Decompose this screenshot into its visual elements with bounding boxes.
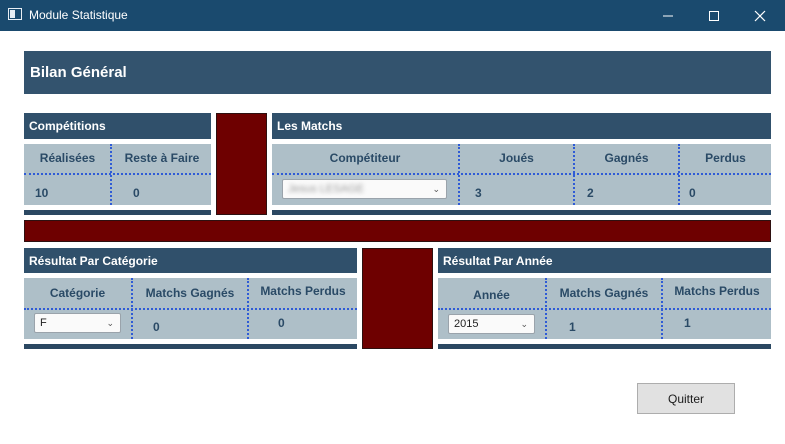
value-categorie-gagnes: 0 <box>153 320 160 334</box>
competiteur-select[interactable]: Jesus LESAGE ⌄ <box>282 179 447 199</box>
column-divider <box>131 278 133 339</box>
col-header-categorie: Catégorie <box>49 285 106 300</box>
row-divider <box>24 173 211 175</box>
chevron-down-icon: ⌄ <box>520 319 528 329</box>
categorie-select[interactable]: F ⌄ <box>34 313 121 333</box>
categorie-selected-value: F <box>40 317 47 329</box>
value-realisees: 10 <box>35 186 49 200</box>
col-header-joues: Joués <box>499 151 534 165</box>
close-button[interactable] <box>737 0 783 31</box>
chevron-down-icon: ⌄ <box>432 184 440 194</box>
competitions-header: Compétitions <box>24 113 211 139</box>
matchs-footer-bar <box>272 210 771 215</box>
categorie-header: Résultat Par Catégorie <box>24 248 357 273</box>
column-divider <box>661 278 663 339</box>
minimize-icon <box>663 15 673 17</box>
column-divider <box>545 278 547 339</box>
annee-title: Résultat Par Année <box>443 253 553 268</box>
col-header-annee-gagnes: Matchs Gagnés <box>559 285 649 300</box>
window-icon <box>8 8 22 20</box>
column-divider <box>458 144 460 205</box>
accent-block-bottom <box>362 248 433 349</box>
window-title: Module Statistique <box>29 8 128 22</box>
annee-selected-value: 2015 <box>454 318 479 330</box>
minimize-button[interactable] <box>645 0 691 31</box>
column-divider <box>110 144 112 205</box>
col-header-categorie-gagnes: Matchs Gagnés <box>145 285 235 300</box>
categorie-footer-bar <box>24 344 357 349</box>
matchs-header: Les Matchs <box>272 113 771 139</box>
competiteur-selected-value: Jesus LESAGE <box>288 183 364 195</box>
value-annee-perdus: 1 <box>684 316 691 330</box>
value-reste: 0 <box>133 186 140 200</box>
accent-band <box>24 220 771 242</box>
matchs-title: Les Matchs <box>277 119 343 133</box>
title-bar: Module Statistique <box>0 0 785 31</box>
value-annee-gagnes: 1 <box>569 320 576 334</box>
accent-block-top <box>216 113 267 215</box>
col-header-annee-perdus: Matchs Perdus <box>674 283 760 298</box>
col-header-annee: Année <box>473 287 510 302</box>
quit-button[interactable]: Quitter <box>637 383 735 414</box>
close-icon <box>754 10 766 22</box>
annee-header: Résultat Par Année <box>438 248 771 273</box>
col-header-gagnes: Gagnés <box>604 151 649 165</box>
annee-footer-bar <box>438 344 771 349</box>
value-perdus: 0 <box>689 186 696 200</box>
value-joues: 3 <box>475 186 482 200</box>
col-header-competiteur: Compétiteur <box>329 151 401 165</box>
row-divider <box>272 173 771 175</box>
row-divider <box>438 308 771 310</box>
page-header: Bilan Général <box>24 51 771 94</box>
chevron-down-icon: ⌄ <box>106 318 114 328</box>
value-gagnes: 2 <box>587 186 594 200</box>
competitions-title: Compétitions <box>29 119 106 133</box>
column-divider <box>573 144 575 205</box>
column-divider <box>678 144 680 205</box>
annee-select[interactable]: 2015 ⌄ <box>448 314 535 334</box>
col-header-perdus: Perdus <box>705 151 746 165</box>
competitions-footer-bar <box>24 210 211 215</box>
maximize-icon <box>709 11 719 21</box>
column-divider <box>247 278 249 339</box>
col-header-realisees: Réalisées <box>39 151 96 165</box>
col-header-categorie-perdus: Matchs Perdus <box>260 283 346 298</box>
col-header-reste: Reste à Faire <box>124 151 200 165</box>
row-divider <box>24 308 357 310</box>
categorie-title: Résultat Par Catégorie <box>29 253 158 268</box>
value-categorie-perdus: 0 <box>278 316 285 330</box>
page-title: Bilan Général <box>30 64 127 81</box>
maximize-button[interactable] <box>691 0 737 31</box>
